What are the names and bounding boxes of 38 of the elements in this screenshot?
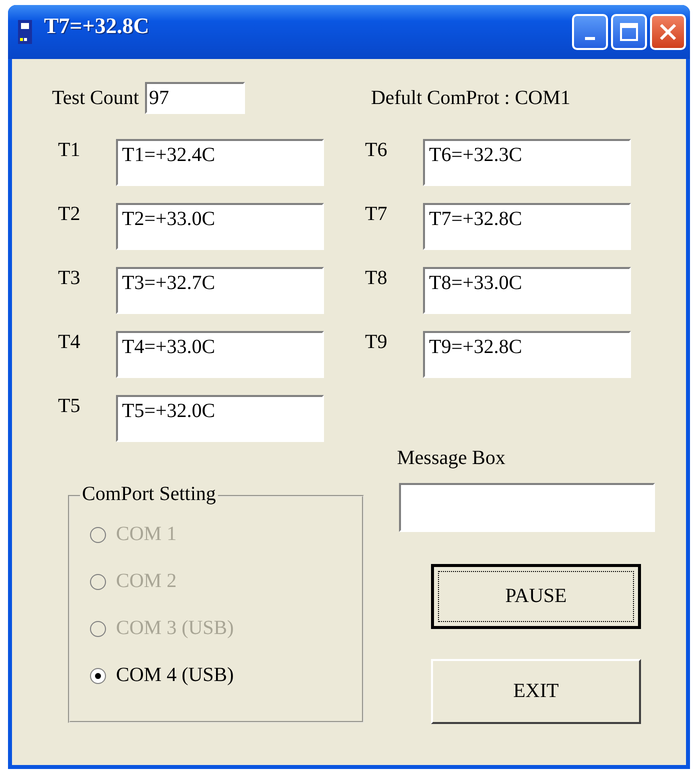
close-button[interactable]: [650, 14, 686, 50]
message-field[interactable]: [399, 483, 655, 532]
sensor-label: T9: [364, 331, 388, 355]
sensor-field[interactable]: T7=+32.8C: [423, 203, 631, 250]
minimize-icon: [585, 36, 595, 40]
sensor-field[interactable]: T6=+32.3C: [423, 139, 631, 186]
radio-label: COM 3 (USB): [116, 617, 234, 640]
sensor-field[interactable]: T3=+32.7C: [116, 267, 324, 314]
test-count-field[interactable]: 97: [144, 82, 245, 114]
radio-label: COM 4 (USB): [116, 664, 234, 687]
sensor-label: T8: [364, 267, 388, 291]
window-title: T7=+32.8C: [44, 13, 150, 39]
sensor-label: T1: [57, 139, 82, 163]
action-button[interactable]: EXIT: [431, 659, 641, 724]
close-icon: [658, 22, 678, 42]
radio-label: COM 1: [116, 523, 177, 546]
maximize-button[interactable]: [611, 14, 647, 50]
sensor-label: T5: [57, 395, 82, 419]
radio-button[interactable]: [90, 668, 106, 684]
sensor-field[interactable]: T9=+32.8C: [423, 331, 631, 378]
action-button[interactable]: PAUSE: [431, 564, 641, 629]
sensor-label: T7: [364, 203, 388, 227]
radio-label: COM 2: [116, 570, 177, 593]
message-box-label: Message Box: [397, 447, 506, 471]
sensor-field[interactable]: T8=+33.0C: [423, 267, 631, 314]
sensor-field[interactable]: T1=+32.4C: [116, 139, 324, 186]
maximize-icon: [619, 22, 639, 42]
sensor-field[interactable]: T2=+33.0C: [116, 203, 324, 250]
sensor-label: T2: [57, 203, 82, 227]
app-icon: [18, 20, 32, 44]
test-count-label: Test Count: [52, 86, 139, 110]
sensor-field[interactable]: T5=+32.0C: [116, 395, 324, 442]
minimize-button[interactable]: [572, 14, 608, 50]
sensor-label: T6: [364, 139, 388, 163]
sensor-label: T4: [57, 331, 82, 355]
default-port-text: Defult ComProt : COM1: [370, 86, 570, 110]
sensor-label: T3: [57, 267, 82, 291]
sensor-field[interactable]: T4=+33.0C: [116, 331, 324, 378]
